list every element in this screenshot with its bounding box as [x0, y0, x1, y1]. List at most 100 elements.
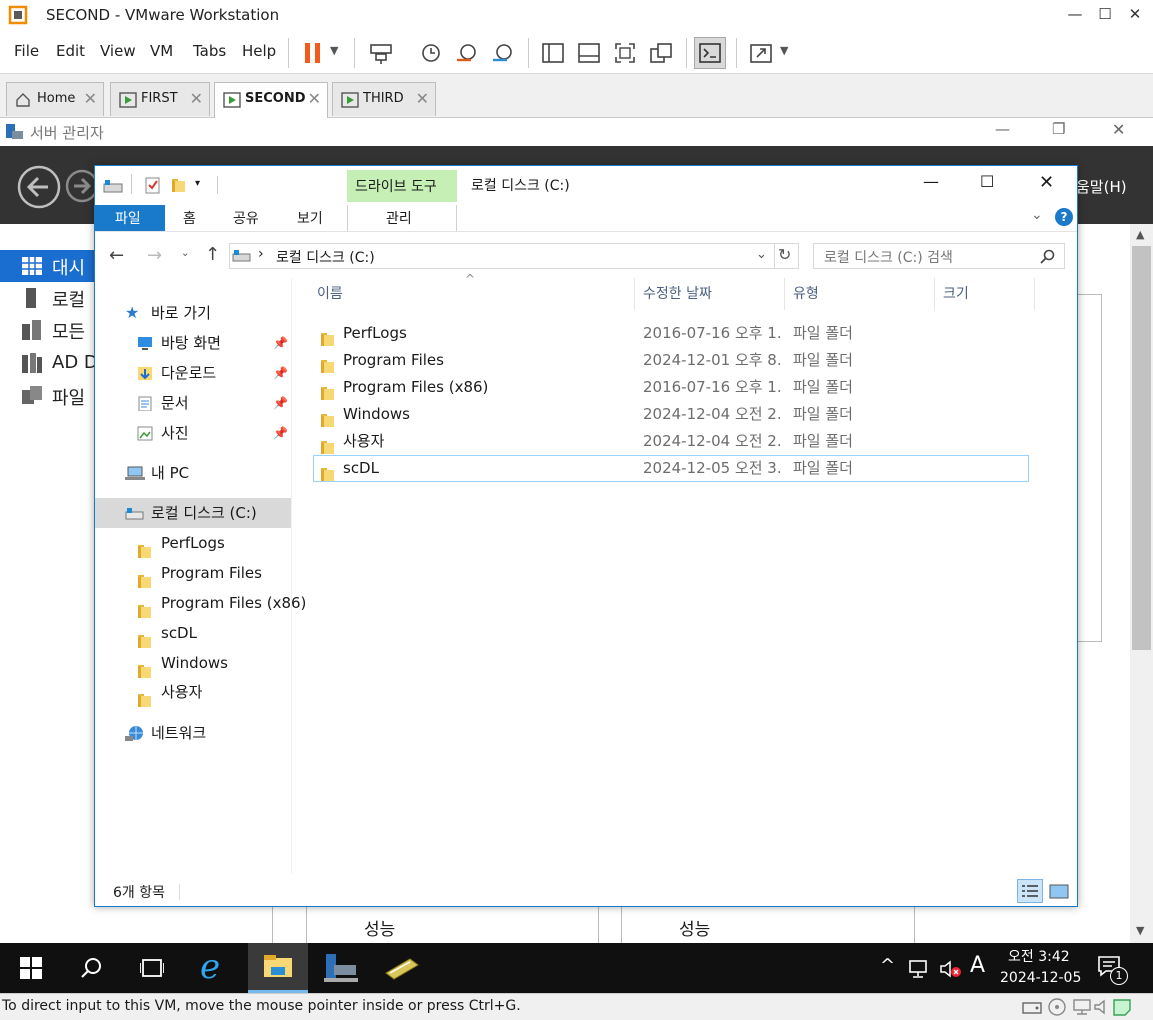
nav-documents[interactable]: 문서 📌: [95, 388, 291, 418]
minimize-button[interactable]: —: [1060, 0, 1090, 30]
quick-access-dropdown-icon[interactable]: ▾: [195, 178, 200, 189]
file-row-selected[interactable]: scDL 2024-12-05 오전 3... 파일 폴더: [313, 455, 1029, 482]
file-row[interactable]: 사용자 2024-12-04 오전 2... 파일 폴더: [313, 428, 1029, 455]
hidden-icons-chevron-icon[interactable]: ^: [880, 955, 895, 976]
stretch-guest-icon[interactable]: [748, 40, 774, 66]
pin-icon[interactable]: 📌: [273, 358, 288, 388]
task-view-icon[interactable]: [140, 957, 164, 979]
tab-third[interactable]: THIRD ✕: [332, 82, 436, 116]
tab-close-icon[interactable]: ✕: [308, 83, 321, 115]
sidebar-item-ad[interactable]: AD D: [52, 352, 98, 373]
stretch-dropdown-icon[interactable]: ▼: [780, 44, 788, 57]
send-ctrl-alt-del-icon[interactable]: [368, 40, 394, 66]
search-box[interactable]: 로컬 디스크 (C:) 검색: [813, 243, 1065, 269]
file-row[interactable]: Program Files 2024-12-01 오후 8... 파일 폴더: [313, 347, 1029, 374]
help-menu[interactable]: 움말(H): [1076, 176, 1127, 197]
nav-program-files[interactable]: Program Files: [95, 558, 291, 588]
menu-help[interactable]: Help: [242, 42, 276, 60]
new-folder-icon[interactable]: [171, 178, 185, 192]
column-header-name[interactable]: 이름: [309, 278, 635, 310]
breadcrumb-chevron-icon[interactable]: ›: [258, 246, 264, 262]
ime-indicator[interactable]: A: [970, 953, 985, 978]
address-text[interactable]: 로컬 디스크 (C:): [276, 247, 375, 267]
address-dropdown-icon[interactable]: ⌄: [756, 247, 767, 262]
taskbar-file-explorer[interactable]: [248, 943, 308, 993]
nav-local-disk[interactable]: 로컬 디스크 (C:): [95, 498, 291, 528]
nav-scdl[interactable]: scDL: [95, 618, 291, 648]
search-icon[interactable]: [80, 956, 104, 980]
tab-close-icon[interactable]: ✕: [84, 83, 97, 115]
console-view-button[interactable]: [694, 37, 726, 69]
nav-users[interactable]: 사용자: [95, 677, 291, 707]
column-header-date[interactable]: 수정한 날짜: [635, 278, 785, 310]
sidebar-item-all[interactable]: 모든: [52, 318, 85, 344]
up-icon[interactable]: ↑: [205, 244, 220, 265]
column-header-type[interactable]: 유형: [785, 278, 935, 310]
close-button[interactable]: ✕: [1120, 0, 1150, 30]
windows-start-icon[interactable]: [20, 957, 42, 979]
scroll-thumb[interactable]: [1132, 246, 1151, 650]
clock-time[interactable]: 오전 3:42: [1008, 946, 1070, 966]
scroll-up-icon[interactable]: ▲: [1136, 228, 1144, 241]
explorer-close-button[interactable]: ✕: [1039, 172, 1054, 193]
server-manager-icon[interactable]: [324, 953, 358, 983]
search-icon[interactable]: [1040, 249, 1056, 265]
recent-locations-icon[interactable]: ⌄: [181, 248, 189, 259]
vmware-tools-icon[interactable]: [384, 955, 420, 981]
tab-home[interactable]: Home ✕: [6, 82, 104, 116]
unity-icon[interactable]: [648, 40, 674, 66]
nav-pictures[interactable]: 사진 📌: [95, 418, 291, 448]
tab-home[interactable]: 홈: [183, 208, 196, 228]
details-view-button[interactable]: [1017, 879, 1043, 903]
sidebar-item-files[interactable]: 파일: [52, 384, 85, 410]
sm-restore-button[interactable]: ❐: [1052, 120, 1065, 138]
address-bar[interactable]: › 로컬 디스크 (C:) ⌄: [229, 243, 775, 269]
tab-second[interactable]: SECOND ✕: [214, 82, 328, 118]
nav-perflogs[interactable]: PerfLogs: [95, 528, 291, 558]
tab-file[interactable]: 파일: [95, 205, 165, 231]
large-icons-view-icon[interactable]: [1049, 884, 1069, 900]
nav-desktop[interactable]: 바탕 화면 📌: [95, 328, 291, 358]
fullscreen-icon[interactable]: [612, 40, 638, 66]
snapshot-icon[interactable]: [418, 40, 444, 66]
menu-edit[interactable]: Edit: [56, 42, 85, 60]
message-log-icon[interactable]: [1112, 998, 1132, 1016]
tab-close-icon[interactable]: ✕: [190, 83, 203, 115]
tab-first[interactable]: FIRST ✕: [110, 82, 210, 116]
nav-network[interactable]: 네트워크: [95, 718, 291, 748]
forward-icon[interactable]: →: [147, 245, 162, 266]
cd-dvd-status-icon[interactable]: [1048, 998, 1066, 1016]
snapshot-manager-icon[interactable]: [490, 40, 516, 66]
nav-program-files-x86[interactable]: Program Files (x86): [95, 588, 306, 618]
tab-close-icon[interactable]: ✕: [416, 83, 429, 115]
menu-tabs[interactable]: Tabs: [193, 42, 226, 60]
thumbnail-view-icon[interactable]: [576, 40, 602, 66]
nav-this-pc[interactable]: 내 PC: [95, 458, 291, 488]
nav-windows[interactable]: Windows: [95, 648, 291, 678]
nav-downloads[interactable]: 다운로드 📌: [95, 358, 291, 388]
menu-vm[interactable]: VM: [150, 42, 173, 60]
pin-icon[interactable]: 📌: [273, 388, 288, 418]
back-icon[interactable]: ←: [109, 245, 124, 266]
nav-quick-access[interactable]: ★ 바로 가기: [95, 298, 291, 328]
menu-view[interactable]: View: [100, 42, 136, 60]
sm-close-button[interactable]: ✕: [1112, 120, 1125, 139]
pause-icon[interactable]: [300, 40, 326, 66]
volume-muted-icon[interactable]: [940, 959, 964, 979]
sm-minimize-button[interactable]: —: [995, 120, 1010, 138]
menu-file[interactable]: File: [14, 42, 39, 60]
file-row[interactable]: Windows 2024-12-04 오전 2... 파일 폴더: [313, 401, 1029, 428]
file-row[interactable]: PerfLogs 2016-07-16 오후 1... 파일 폴더: [313, 320, 1029, 347]
column-header-size[interactable]: 크기: [935, 278, 1035, 310]
refresh-button[interactable]: ↻: [775, 243, 799, 269]
tab-view[interactable]: 보기: [297, 208, 323, 228]
explorer-minimize-button[interactable]: —: [923, 172, 939, 191]
tab-manage[interactable]: 관리: [347, 205, 457, 231]
maximize-button[interactable]: ☐: [1090, 0, 1120, 30]
clock-date[interactable]: 2024-12-05: [1000, 970, 1081, 986]
sm-scrollbar[interactable]: ▲ ▼: [1130, 224, 1153, 944]
pin-icon[interactable]: 📌: [273, 328, 288, 358]
explorer-maximize-button[interactable]: ☐: [980, 172, 994, 191]
revert-snapshot-icon[interactable]: [454, 40, 480, 66]
file-row[interactable]: Program Files (x86) 2016-07-16 오후 1... 파…: [313, 374, 1029, 401]
